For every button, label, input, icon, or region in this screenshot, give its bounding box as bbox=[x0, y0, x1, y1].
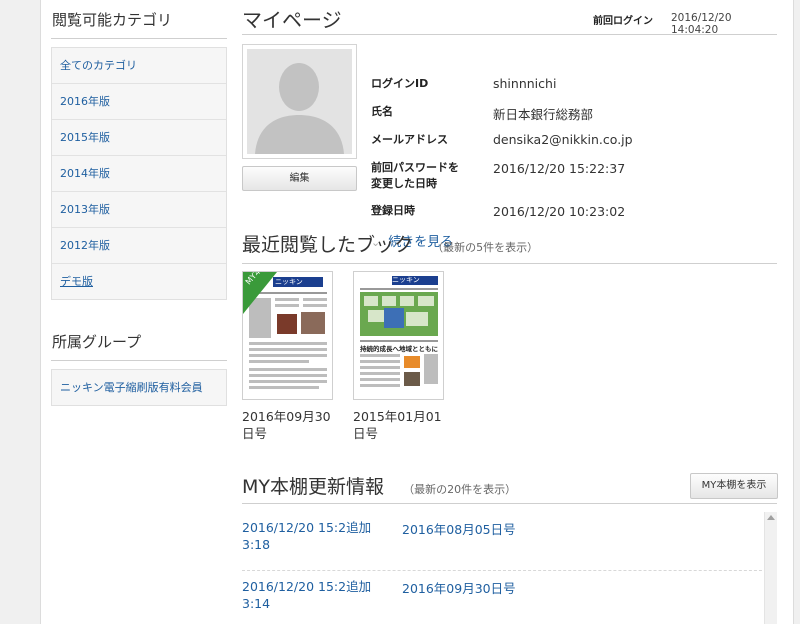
shelf-updates-title: MY本棚更新情報 bbox=[242, 476, 384, 498]
password-changed-value: 2016/12/20 15:22:37 bbox=[493, 161, 626, 176]
group-title: 所属グループ bbox=[51, 322, 227, 361]
category-all[interactable]: 全てのカテゴリ bbox=[52, 48, 226, 83]
categories-title: 閲覧可能カテゴリ bbox=[51, 0, 227, 39]
password-changed-label: 前回パスワードを 変更した日時 bbox=[371, 160, 459, 192]
category-2012[interactable]: 2012年版 bbox=[52, 227, 226, 263]
update-time[interactable]: 2016/12/20 15:2​追加 3:14 bbox=[242, 578, 392, 612]
scroll-up-arrow-icon[interactable] bbox=[767, 515, 775, 520]
book-headline: 持続的成長へ地域とともに bbox=[360, 345, 438, 353]
update-time-line2: 3:18 bbox=[242, 537, 271, 552]
shelf-updates-list: 2016/12/20 15:2​追加 3:18 2016年08月05日号 201… bbox=[242, 512, 777, 624]
name-label: 氏名 bbox=[371, 105, 393, 118]
sidebar: 閲覧可能カテゴリ 全てのカテゴリ 2016年版 2015年版 2014年版 20… bbox=[51, 0, 227, 406]
book-cover-thumbnail[interactable]: ニッキン 持続的成長へ地域とともに bbox=[353, 271, 444, 400]
book-date-line1: 2016年09月30 bbox=[242, 409, 331, 424]
category-demo[interactable]: デモ版 bbox=[52, 263, 226, 299]
recent-books-note: （最新の5件を表示） bbox=[432, 241, 539, 254]
email-value: densika2@nikkin.co.jp bbox=[493, 132, 633, 147]
profile-section: 編集 ログインID shinnnichi 氏名 新日本銀行総務部 メールアドレス… bbox=[242, 35, 777, 250]
list-item: 2016/12/20 15:2​追加 3:14 2016年09月30日号 bbox=[242, 571, 777, 624]
update-time-line1: 2016/12/20 15:2 bbox=[242, 520, 347, 535]
book-date-line2: 日号 bbox=[353, 426, 379, 441]
page-title: マイページ bbox=[242, 8, 342, 32]
login-id-label: ログインID bbox=[371, 77, 429, 90]
email-label: メールアドレス bbox=[371, 133, 448, 146]
book-date[interactable]: 2015年01月01 日号 bbox=[353, 408, 463, 442]
update-action: 追加 bbox=[346, 520, 372, 535]
registered-value: 2016/12/20 10:23:02 bbox=[493, 204, 626, 219]
updates-scrollbar[interactable] bbox=[764, 512, 777, 624]
password-changed-label-line1: 前回パスワードを bbox=[371, 161, 459, 174]
update-book-link[interactable]: 2016年08月05日号 bbox=[402, 519, 516, 538]
name-value: 新日本銀行総務部 bbox=[493, 107, 594, 122]
page: 閲覧可能カテゴリ 全てのカテゴリ 2016年版 2015年版 2014年版 20… bbox=[40, 0, 794, 624]
book-masthead: ニッキン bbox=[392, 276, 420, 284]
page-header: マイページ 前回ログイン 2016/12/20 14:04:20 bbox=[242, 0, 777, 36]
update-time-line2: 3:14 bbox=[242, 596, 271, 611]
edit-profile-button[interactable]: 編集 bbox=[242, 166, 357, 191]
category-list: 全てのカテゴリ 2016年版 2015年版 2014年版 2013年版 2012… bbox=[51, 47, 227, 300]
recent-book-1[interactable]: MY本棚 ニッキン 2016年09月30 日号 bbox=[242, 271, 333, 442]
book-cover-thumbnail[interactable]: MY本棚 ニッキン bbox=[242, 271, 333, 400]
book-masthead: ニッキン bbox=[275, 278, 303, 286]
shelf-updates-note: （最新の20件を表示） bbox=[403, 483, 517, 496]
recent-book-2[interactable]: ニッキン 持続的成長へ地域とともに 2015年01月01 日号 bbox=[353, 271, 444, 442]
list-item: 2016/12/20 15:2​追加 3:18 2016年08月05日号 bbox=[242, 512, 777, 571]
avatar bbox=[242, 44, 357, 159]
password-changed-label-line2: 変更した日時 bbox=[371, 177, 437, 190]
registered-label: 登録日時 bbox=[371, 204, 415, 217]
recent-books-title: 最近閲覧したブック bbox=[242, 234, 414, 256]
category-2015[interactable]: 2015年版 bbox=[52, 119, 226, 155]
last-login-label: 前回ログイン bbox=[593, 16, 653, 27]
avatar-placeholder-icon bbox=[247, 49, 352, 154]
book-date[interactable]: 2016年09月30 日号 bbox=[242, 408, 352, 442]
category-2014[interactable]: 2014年版 bbox=[52, 155, 226, 191]
update-action: 追加 bbox=[346, 579, 372, 594]
book-date-line1: 2015年01月01 bbox=[353, 409, 442, 424]
login-id-value: shinnnichi bbox=[493, 76, 557, 91]
update-book-link[interactable]: 2016年09月30日号 bbox=[402, 578, 516, 597]
update-time-line1: 2016/12/20 15:2 bbox=[242, 579, 347, 594]
category-2016[interactable]: 2016年版 bbox=[52, 83, 226, 119]
recent-books-header: 最近閲覧したブック （最新の5件を表示） bbox=[242, 230, 777, 264]
update-time[interactable]: 2016/12/20 15:2​追加 3:18 bbox=[242, 519, 392, 553]
last-login-value: 2016/12/20 14:04:20 bbox=[671, 12, 732, 36]
book-date-line2: 日号 bbox=[242, 426, 268, 441]
main-content: マイページ 前回ログイン 2016/12/20 14:04:20 編集 ログイン… bbox=[242, 0, 778, 624]
group-item[interactable]: ニッキン電子縮刷版有料会員 bbox=[52, 370, 226, 405]
group-list: ニッキン電子縮刷版有料会員 bbox=[51, 369, 227, 406]
show-my-shelf-button[interactable]: MY本棚を表示 bbox=[690, 473, 778, 499]
category-2013[interactable]: 2013年版 bbox=[52, 191, 226, 227]
